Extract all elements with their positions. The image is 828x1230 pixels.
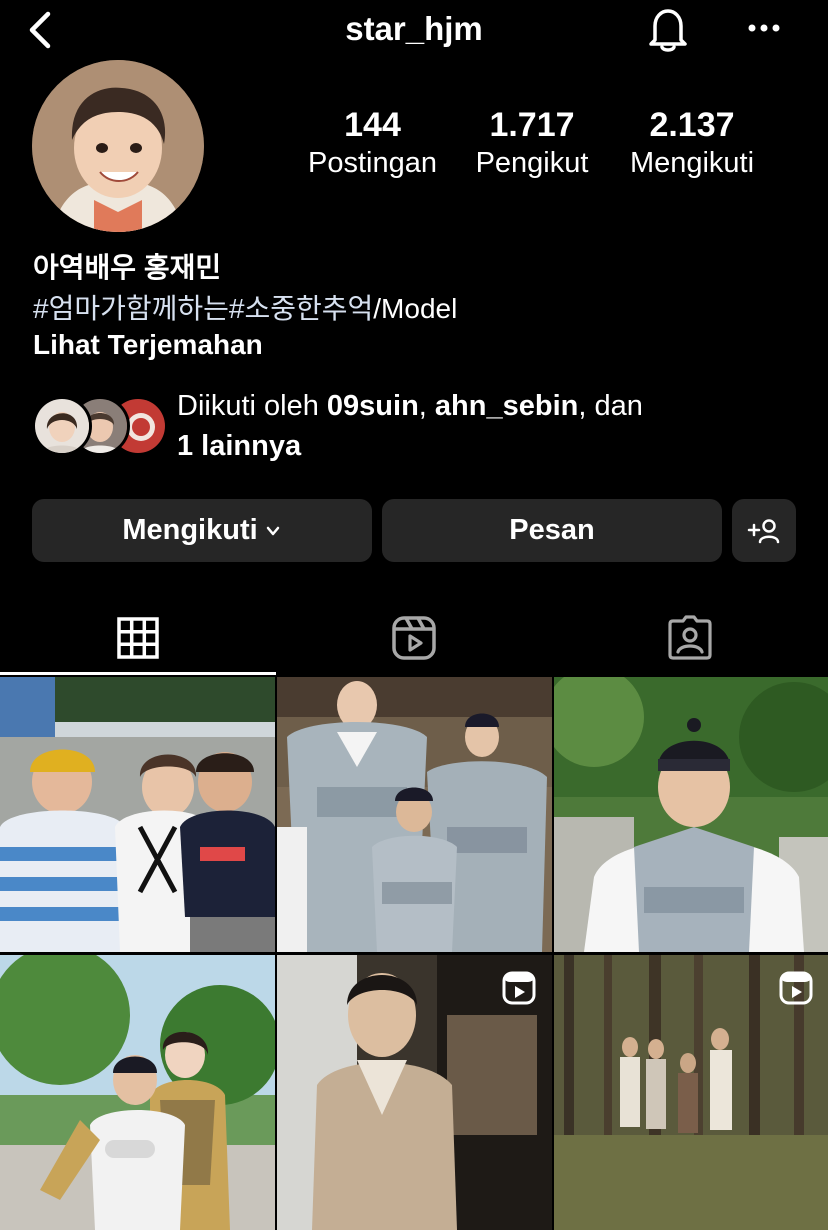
post-thumbnail[interactable] bbox=[554, 677, 828, 952]
following-button-label: Mengikuti bbox=[122, 514, 258, 546]
stat-following-count: 2.137 bbox=[649, 106, 735, 144]
post-photo bbox=[554, 677, 828, 952]
mutual-followers-avatars[interactable] bbox=[32, 396, 168, 456]
post-photo bbox=[0, 955, 275, 1230]
post-thumbnail[interactable] bbox=[277, 955, 552, 1230]
tab-posts-grid[interactable] bbox=[0, 600, 276, 676]
stat-following-label: Mengikuti bbox=[629, 147, 755, 179]
stat-followers-label: Pengikut bbox=[475, 147, 589, 179]
top-bar: star_hjm bbox=[0, 0, 828, 60]
follower-username[interactable]: ahn_sebin bbox=[435, 390, 578, 422]
profile-username: star_hjm bbox=[345, 10, 483, 47]
grid-icon bbox=[117, 617, 159, 659]
tab-tagged[interactable] bbox=[552, 600, 828, 676]
add-person-icon bbox=[747, 518, 780, 543]
follower-username[interactable]: 09suin bbox=[327, 390, 419, 422]
followed-by-separator: , bbox=[418, 390, 435, 422]
post-thumbnail[interactable] bbox=[0, 955, 275, 1230]
bio-suffix: /Model bbox=[373, 293, 458, 324]
profile-avatar[interactable] bbox=[32, 60, 204, 232]
stat-posts[interactable]: 144 Postingan bbox=[290, 106, 455, 180]
post-thumbnail[interactable] bbox=[0, 677, 275, 952]
profile-tabs bbox=[0, 600, 828, 676]
bio-hashtag-link[interactable]: #엄마가함께하는#소중한추억 bbox=[33, 293, 373, 324]
reels-icon bbox=[779, 971, 813, 1005]
post-photo bbox=[0, 677, 275, 952]
active-tab-indicator bbox=[0, 672, 276, 675]
chevron-down-icon bbox=[266, 526, 279, 535]
mutual-follower-avatar bbox=[32, 396, 92, 456]
stat-followers-count: 1.717 bbox=[489, 106, 575, 144]
see-translation-link[interactable]: Lihat Terjemahan bbox=[33, 329, 263, 361]
more-horizontal-icon[interactable] bbox=[744, 16, 784, 40]
avatar-photo bbox=[32, 60, 204, 232]
followed-by-prefix: Diikuti oleh bbox=[177, 390, 327, 422]
post-thumbnail[interactable] bbox=[554, 955, 828, 1230]
post-thumbnail[interactable] bbox=[277, 677, 552, 952]
stat-posts-label: Postingan bbox=[308, 147, 437, 179]
reels-icon bbox=[392, 616, 436, 660]
message-button-label: Pesan bbox=[509, 514, 595, 546]
bio-hashtags: #엄마가함께하는#소중한추억/Model bbox=[33, 287, 457, 327]
posts-grid bbox=[0, 677, 828, 1230]
stat-posts-count: 144 bbox=[344, 106, 401, 144]
message-button[interactable]: Pesan bbox=[382, 499, 722, 562]
bio-name: 아역배우 홍재민 bbox=[33, 252, 222, 283]
reels-icon bbox=[502, 971, 536, 1005]
stat-followers[interactable]: 1.717 Pengikut bbox=[458, 106, 606, 180]
tagged-icon bbox=[668, 615, 712, 660]
followed-by-others[interactable]: 1 lainnya bbox=[177, 430, 301, 462]
followed-by-suffix: , dan bbox=[578, 390, 643, 422]
following-button[interactable]: Mengikuti bbox=[32, 499, 372, 562]
suggested-people-button[interactable] bbox=[732, 499, 796, 562]
tab-reels[interactable] bbox=[276, 600, 552, 676]
profile-stats: 144 Postingan 1.717 Pengikut 2.137 Mengi… bbox=[290, 106, 790, 196]
post-photo bbox=[277, 677, 552, 952]
stat-following[interactable]: 2.137 Mengikuti bbox=[610, 106, 774, 180]
followed-by-text[interactable]: Diikuti oleh 09suin, ahn_sebin, dan 1 la… bbox=[177, 386, 797, 466]
bell-icon[interactable] bbox=[644, 4, 692, 54]
